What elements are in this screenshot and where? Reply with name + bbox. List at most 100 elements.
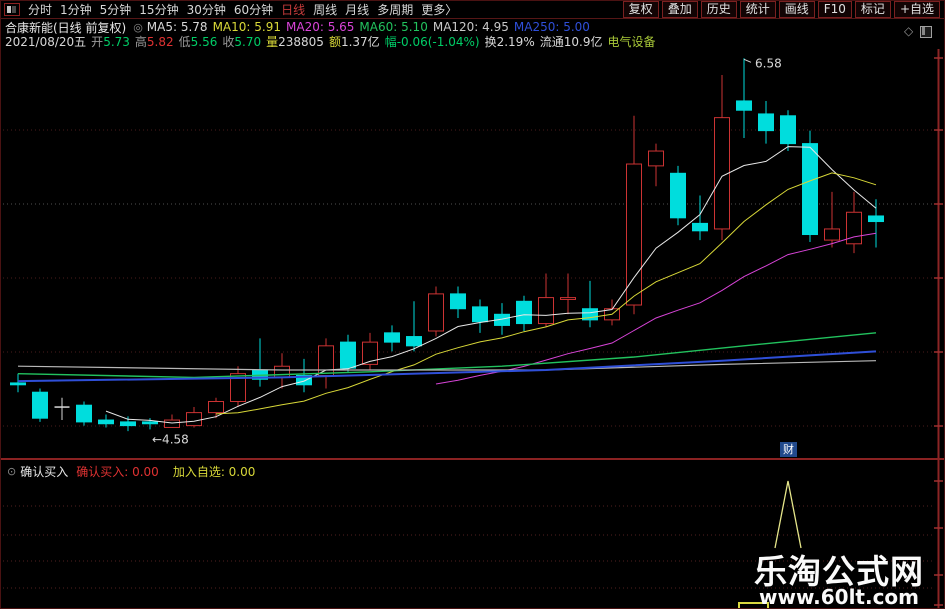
candle-18[interactable]: [406, 301, 422, 352]
watermark-site-name: 乐淘公式网: [754, 552, 924, 591]
diamond-icon[interactable]: ◇: [904, 24, 913, 38]
period-menubar: 分时 1分钟 5分钟 15分钟 30分钟 60分钟 日线 周线 月线 多周期 更多〉 复权 叠加 历史统…: [1, 1, 944, 19]
menu-item-15分钟[interactable]: 15分钟: [139, 2, 178, 18]
candlestick-chart[interactable]: 6.58 ←4.58: [1, 49, 945, 459]
low-price-label: ←4.58: [152, 432, 189, 446]
candle-17[interactable]: [384, 325, 400, 352]
detail-value: 1.37亿: [340, 34, 380, 49]
menu-item-1分钟[interactable]: 1分钟: [60, 2, 92, 18]
detail-field: 高5.82: [135, 33, 174, 50]
detail-label: 流通: [539, 34, 564, 49]
candle-5[interactable]: [120, 416, 136, 432]
menu-item-分时[interactable]: 分时: [28, 2, 52, 18]
candle-2[interactable]: [54, 397, 70, 421]
detail-label: 幅: [384, 34, 397, 49]
candle-26[interactable]: [582, 280, 598, 328]
detail-field: 换2.19%: [485, 33, 535, 50]
circle-icon[interactable]: ⊙: [7, 465, 16, 478]
indicator-header: ⊙ 确认买入 确认买入: 0.00 加入自选: 0.00: [5, 463, 269, 480]
finance-report-marker[interactable]: 财: [780, 442, 797, 457]
candle-15[interactable]: [340, 334, 356, 372]
menu-item-周线[interactable]: 周线: [313, 2, 337, 18]
menu-item-更多〉[interactable]: 更多〉: [421, 2, 457, 18]
detail-value: -0.06(-1.04%): [396, 34, 480, 49]
detail-value: 5.70: [234, 34, 262, 49]
detail-field: 电气设备: [607, 33, 655, 50]
candle-24[interactable]: [538, 273, 554, 328]
indicator-values: 确认买入: 0.00 加入自选: 0.00: [76, 463, 269, 480]
period-menu-items: 分时 1分钟 5分钟 15分钟 30分钟 60分钟 日线 周线 月线 多周期 更多〉: [24, 2, 461, 18]
ma-line-MA60: [17, 332, 877, 379]
detail-value: 5.82: [146, 34, 174, 49]
toolbar-button-画线[interactable]: 画线: [778, 1, 815, 18]
candle-23[interactable]: [516, 295, 532, 331]
detail-value: 2.19%: [496, 34, 535, 49]
indicator-panel[interactable]: ⊙ 确认买入 确认买入: 0.00 加入自选: 0.00 乐淘公式网 www.60…: [1, 458, 944, 608]
candle-1[interactable]: [32, 388, 48, 422]
candle-35[interactable]: [780, 110, 796, 152]
candle-12[interactable]: [274, 353, 290, 389]
detail-value: 5.56: [190, 34, 218, 49]
ma-line-MA5: [105, 146, 877, 424]
toolbar-button-F10[interactable]: F10: [817, 1, 852, 18]
indicator-field: 确认买入: 0.00: [76, 465, 159, 479]
toolbar-button-统计[interactable]: 统计: [739, 1, 776, 18]
toolbar-button-历史[interactable]: 历史: [700, 1, 737, 18]
high-marker-arrow: [743, 58, 752, 63]
menu-item-5分钟[interactable]: 5分钟: [100, 2, 132, 18]
candle-11[interactable]: [252, 338, 268, 387]
candle-3[interactable]: [76, 401, 92, 426]
detail-value: 10.9亿: [563, 34, 603, 49]
detail-field: 流通10.9亿: [540, 33, 603, 50]
candle-8[interactable]: [186, 407, 202, 428]
candle-32[interactable]: [714, 74, 730, 241]
menu-item-月线[interactable]: 月线: [345, 2, 369, 18]
panel-toggle-icon[interactable]: [920, 26, 932, 38]
candle-19[interactable]: [428, 286, 444, 337]
detail-value: 2021/08/20五: [5, 34, 87, 49]
candle-9[interactable]: [208, 397, 224, 419]
candle-29[interactable]: [648, 143, 664, 187]
window-icon[interactable]: [4, 3, 20, 16]
candle-14[interactable]: [318, 338, 334, 389]
detail-value: 5.73: [103, 34, 130, 49]
menu-item-30分钟[interactable]: 30分钟: [187, 2, 226, 18]
indicator-field: 加入自选: 0.00: [172, 465, 256, 479]
stock-app-window: 分时 1分钟 5分钟 15分钟 30分钟 60分钟 日线 周线 月线 多周期 更多〉 复权 叠加 历史统…: [0, 0, 945, 609]
candle-31[interactable]: [692, 195, 708, 241]
indicator-name: 确认买入: [20, 465, 69, 479]
menu-item-日线[interactable]: 日线: [281, 2, 305, 18]
toolbar-button-+自选[interactable]: +自选: [893, 1, 940, 18]
detail-field: 额1.37亿: [329, 33, 380, 50]
detail-value: 238805: [278, 34, 324, 49]
candle-7[interactable]: [164, 414, 180, 428]
candle-25[interactable]: [560, 273, 576, 315]
detail-label: 换: [484, 34, 497, 49]
detail-label: 额: [328, 34, 341, 49]
candle-33[interactable]: [736, 58, 752, 139]
candle-39[interactable]: [868, 199, 884, 248]
detail-label: 高: [134, 34, 147, 49]
candle-30[interactable]: [670, 165, 686, 226]
candle-20[interactable]: [450, 286, 466, 319]
candle-34[interactable]: [758, 100, 774, 144]
detail-value: 电气设备: [607, 34, 656, 49]
detail-field: 2021/08/20五: [5, 33, 86, 50]
main-chart-panel[interactable]: 6.58 ←4.58 财: [1, 49, 945, 459]
candle-10[interactable]: [230, 366, 246, 408]
candle-27[interactable]: [604, 299, 620, 326]
candle-38[interactable]: [846, 191, 862, 254]
high-price-label: 6.58: [755, 56, 782, 70]
menu-item-60分钟[interactable]: 60分钟: [234, 2, 273, 18]
toolbar-button-复权[interactable]: 复权: [622, 1, 659, 18]
watermark: 乐淘公式网 www.60lt.com: [754, 552, 924, 608]
candle-16[interactable]: [362, 332, 378, 370]
candle-13[interactable]: [296, 358, 312, 393]
toolbar-button-叠加[interactable]: 叠加: [661, 1, 698, 18]
candle-37[interactable]: [824, 191, 840, 248]
detail-field: 低5.56: [179, 33, 218, 50]
menu-item-多周期[interactable]: 多周期: [377, 2, 413, 18]
candle-21[interactable]: [472, 299, 488, 333]
toolbar-button-标记[interactable]: 标记: [854, 1, 891, 18]
candle-0[interactable]: [10, 373, 26, 393]
